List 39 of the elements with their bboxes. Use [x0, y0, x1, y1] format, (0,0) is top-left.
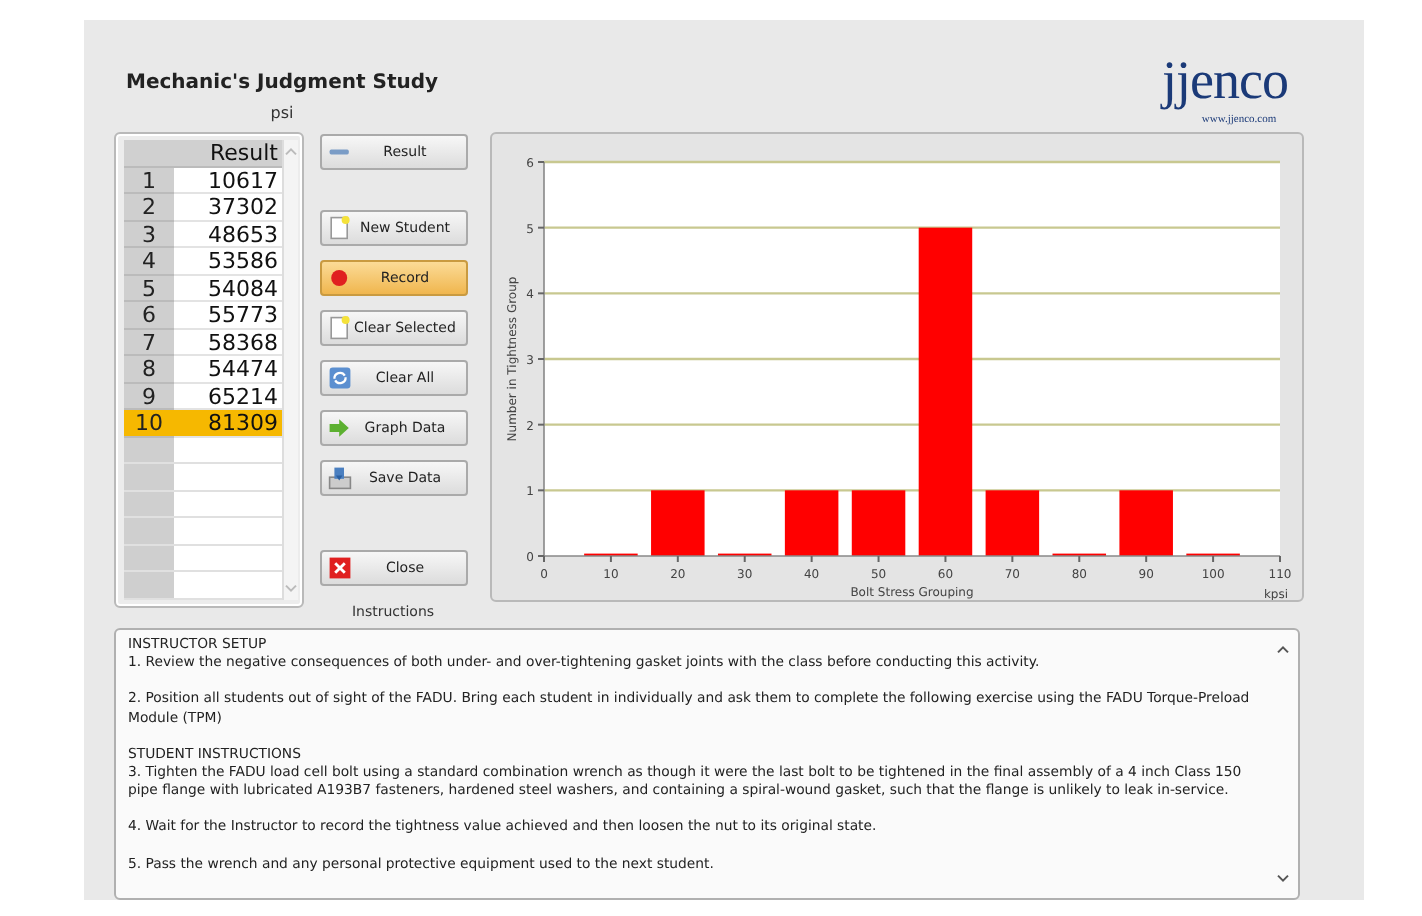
- table-row[interactable]: 6 55773: [124, 302, 282, 329]
- header-cell: [124, 140, 174, 167]
- save-icon: [327, 466, 351, 490]
- table-row[interactable]: 1 10617: [124, 167, 282, 194]
- note-icon: [327, 216, 351, 240]
- table-row[interactable]: 2 37302: [124, 194, 282, 221]
- row-number: 6: [124, 302, 174, 329]
- row-number: 2: [124, 194, 174, 221]
- scroll-up-icon[interactable]: [1276, 644, 1290, 654]
- table-row[interactable]: 3 48653: [124, 221, 282, 248]
- row-number: 8: [124, 356, 174, 383]
- table-row[interactable]: 4 53586: [124, 248, 282, 275]
- note-icon: [327, 316, 351, 340]
- table-row[interactable]: 5 54084: [124, 275, 282, 302]
- row-number: 9: [124, 383, 174, 410]
- row-number: 10: [124, 410, 174, 437]
- bar: [651, 490, 705, 556]
- bar: [985, 490, 1040, 556]
- arrow-icon: [327, 416, 351, 440]
- row-number: 4: [124, 248, 174, 275]
- bar: [784, 490, 839, 556]
- row-number: 5: [124, 275, 174, 302]
- bar: [1119, 490, 1173, 556]
- column-header: Result: [174, 140, 282, 167]
- row-number: 1: [124, 167, 174, 194]
- row-number: 7: [124, 329, 174, 356]
- table-row[interactable]: 7 58368: [124, 329, 282, 356]
- bar: [851, 490, 906, 556]
- scroll-down-icon[interactable]: [1276, 874, 1290, 884]
- row-number: 3: [124, 221, 174, 248]
- table-row[interactable]: 10 81309: [124, 410, 282, 437]
- app-title: Mechanic's Judgment Study: [126, 70, 439, 98]
- unit-label: psi: [268, 104, 296, 122]
- table-row[interactable]: 8 54474: [124, 356, 282, 383]
- close-icon: [327, 556, 351, 580]
- logo-text: jjenco: [1162, 50, 1288, 110]
- refresh-icon: [327, 366, 351, 390]
- record-icon: [327, 266, 351, 290]
- table-cell: 81309: [174, 410, 282, 437]
